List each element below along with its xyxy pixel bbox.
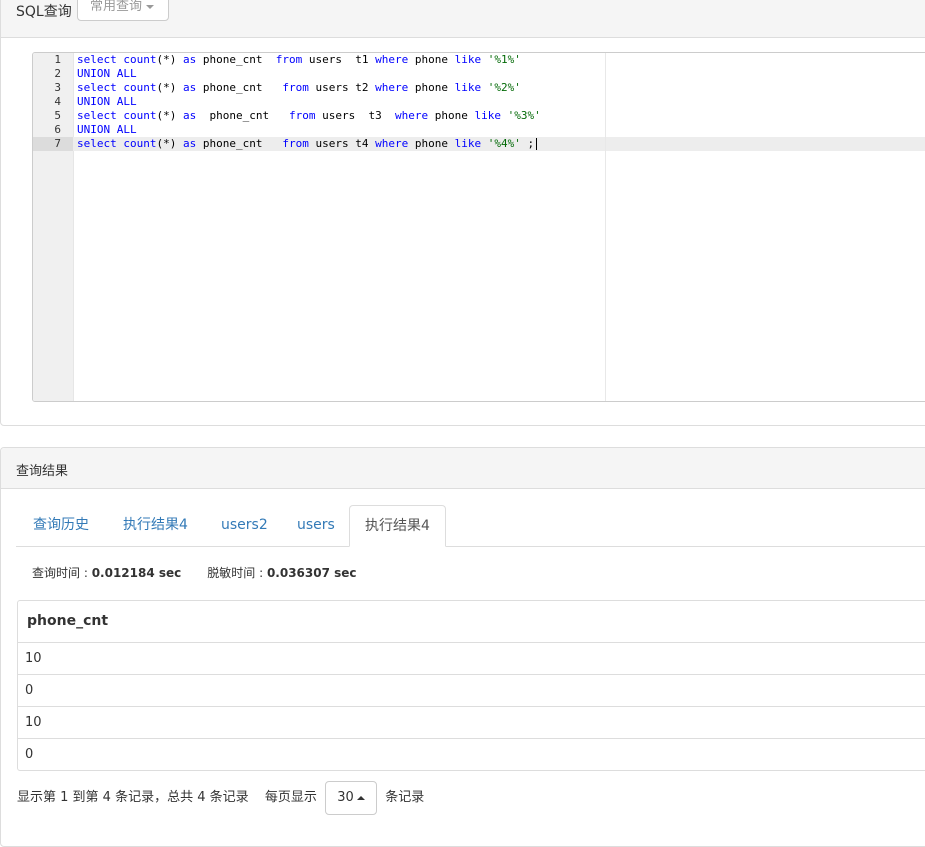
result-panel: 查询结果 查询历史 执行结果4 users2 users 执行结果4 查询时间 … xyxy=(0,447,925,847)
line-number: 6 xyxy=(54,123,61,136)
tab-users2[interactable]: users2 xyxy=(206,505,283,546)
line-number: 5 xyxy=(54,109,61,122)
code-line: UNION ALL xyxy=(77,95,137,108)
mask-time-value: 0.036307 sec xyxy=(266,566,357,580)
tab-exec-result-4b[interactable]: 执行结果4 xyxy=(349,505,446,547)
result-panel-heading: 查询结果 xyxy=(1,448,925,489)
page-size-value: 30 xyxy=(337,790,354,805)
code-line: select count(*) as phone_cnt from users … xyxy=(77,109,541,122)
tab-query-history[interactable]: 查询历史 xyxy=(18,505,104,546)
code-line: select count(*) as phone_cnt from users … xyxy=(77,81,521,94)
sql-panel: SQL查询 常用查询 1234567 select count(*) as ph… xyxy=(0,0,925,426)
table-row: 10 xyxy=(18,643,925,675)
table-row: 0 xyxy=(25,747,34,762)
line-numbers: 1234567 xyxy=(33,53,61,151)
code-line: select count(*) as phone_cnt from users … xyxy=(77,53,521,66)
query-time-value: 0.012184 sec xyxy=(91,566,182,580)
text-cursor xyxy=(536,138,538,150)
line-number: 1 xyxy=(54,53,61,66)
caret-down-icon xyxy=(146,4,155,9)
timing-info: 查询时间 : 0.012184 sec 脱敏时间 : 0.036307 sec xyxy=(32,564,357,581)
common-query-label: 常用查询 xyxy=(90,0,143,14)
code-line: select count(*) as phone_cnt from users … xyxy=(77,137,541,151)
tab-exec-result-4a[interactable]: 执行结果4 xyxy=(108,505,203,546)
common-query-dropdown[interactable]: 常用查询 xyxy=(77,0,169,21)
sql-editor[interactable]: 1234567 select count(*) as phone_cnt fro… xyxy=(32,52,925,402)
per-page-label: 每页显示 xyxy=(264,790,317,805)
pagination-summary: 显示第 1 到第 4 条记录，总共 4 条记录 xyxy=(17,790,249,805)
code-content[interactable]: select count(*) as phone_cnt from users … xyxy=(77,53,541,151)
line-number: 2 xyxy=(54,67,61,80)
sql-panel-heading: SQL查询 常用查询 xyxy=(1,0,925,38)
mask-time-label: 脱敏时间 : xyxy=(207,566,267,580)
column-header-phone-cnt[interactable]: phone_cnt xyxy=(18,601,925,643)
result-table: phone_cnt 10 0 10 0 xyxy=(17,600,925,771)
caret-up-icon xyxy=(356,796,365,800)
line-number: 3 xyxy=(54,81,61,94)
pagination: 显示第 1 到第 4 条记录，总共 4 条记录 每页显示 30 条记录 xyxy=(17,781,424,815)
line-number: 4 xyxy=(54,95,61,108)
line-number: 7 xyxy=(54,137,61,150)
code-line: UNION ALL xyxy=(77,123,137,136)
pagination-suffix: 条记录 xyxy=(385,790,425,805)
query-time-label: 查询时间 : xyxy=(32,566,92,580)
result-panel-title: 查询结果 xyxy=(16,464,69,479)
result-tabs: 查询历史 执行结果4 users2 users 执行结果4 xyxy=(16,505,925,547)
table-row: 10 xyxy=(18,707,925,739)
code-line: UNION ALL xyxy=(77,67,137,80)
print-margin xyxy=(605,53,606,401)
page-size-dropdown[interactable]: 30 xyxy=(325,781,378,815)
sql-panel-title: SQL查询 xyxy=(16,4,72,20)
table-row: 0 xyxy=(18,675,925,707)
tab-users[interactable]: users xyxy=(282,505,350,546)
